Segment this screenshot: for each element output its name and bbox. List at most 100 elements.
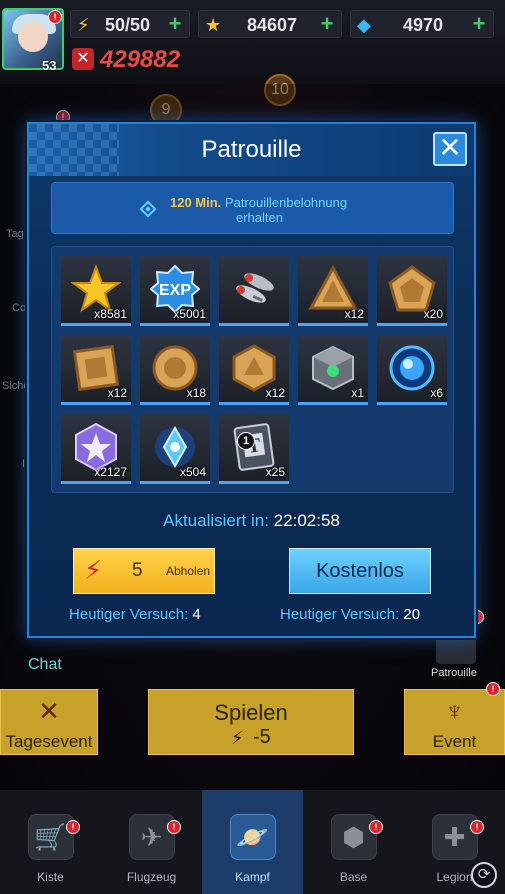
nav-tab-kiste[interactable]: 🛒 ! Kiste — [0, 790, 101, 894]
play-label: Spielen — [214, 700, 288, 725]
patrol-info-line2: erhalten — [236, 210, 283, 225]
event-button[interactable]: ♆ Event — [404, 689, 505, 755]
daily-event-label: Tagesevent — [5, 732, 93, 751]
dialog-header: Patrouille ✕ — [29, 124, 474, 176]
bottom-navigation: 🛒 ! Kiste ✈ ! Flugzeug 🪐 Kampf ⬢ ! Base … — [0, 790, 505, 894]
event-label: Event — [432, 732, 477, 751]
nav-notification-dot: ! — [167, 820, 181, 834]
reward-badge: 1 — [237, 432, 255, 450]
player-level: 53 — [42, 58, 57, 73]
avatar-notification-dot: ! — [48, 10, 62, 24]
reward-quantity: x25 — [265, 465, 285, 479]
star-icon: ★ — [205, 15, 222, 35]
close-button[interactable]: ✕ — [433, 132, 467, 166]
energy-counter: ⚡ 50/50 + — [70, 10, 190, 38]
chat-button[interactable]: Chat — [28, 656, 62, 674]
patrol-duration: 120 Min. — [170, 195, 222, 210]
reward-slot[interactable]: x8581 — [61, 256, 131, 326]
patrol-info-line1: 120 Min. Patrouillenbelohnung — [170, 195, 347, 210]
patrol-label: Patrouille — [431, 667, 477, 679]
reward-slot[interactable]: EXP x5001 — [140, 256, 210, 326]
avatar-face — [18, 22, 48, 52]
legion-icon: ✚ — [431, 814, 478, 860]
reward-quantity: x6 — [430, 386, 443, 400]
stars-counter: ★ 84607 + — [198, 10, 342, 38]
reward-slot[interactable]: x12 — [219, 335, 289, 405]
nav-label: Flugzeug — [126, 870, 177, 884]
reward-quantity: x2127 — [94, 465, 127, 479]
reward-quantity: x12 — [344, 307, 364, 321]
play-cost: -5 — [253, 726, 271, 748]
gems-counter: ◆ 4970 + — [350, 10, 494, 38]
add-stars-button[interactable]: + — [317, 13, 337, 35]
attempts-label: Heutiger Versuch: — [280, 606, 400, 623]
diamond-icon: ◆ — [357, 15, 371, 35]
lightning-icon: ⚡ — [231, 728, 244, 748]
nav-tab-base[interactable]: ⬢ ! Base — [303, 790, 404, 894]
nav-label: Kiste — [37, 870, 64, 884]
crossed-swords-icon: ✕ — [38, 696, 60, 726]
nav-notification-dot: ! — [470, 820, 484, 834]
collect-cost: 5 — [132, 560, 143, 581]
reward-slot[interactable]: x1 — [298, 335, 368, 405]
free-collect-button[interactable]: Kostenlos — [289, 548, 431, 594]
nav-notification-dot: ! — [66, 820, 80, 834]
patrol-icon[interactable] — [436, 636, 476, 664]
attempts-value: 20 — [403, 606, 421, 623]
combat-power-value: 429882 — [100, 46, 181, 73]
reward-slot[interactable]: T x25 — [219, 414, 289, 484]
reward-quantity: x8581 — [94, 307, 127, 321]
nav-notification-dot: ! — [369, 820, 383, 834]
reward-quantity: x12 — [265, 386, 285, 400]
nav-tab-kampf[interactable]: 🪐 Kampf — [202, 790, 303, 894]
attempts-value: 4 — [192, 606, 201, 623]
energy-value: 50/50 — [105, 15, 151, 35]
add-gems-button[interactable]: + — [469, 13, 489, 35]
nav-label: Kampf — [235, 870, 270, 884]
nav-tab-flugzeug[interactable]: ✈ ! Flugzeug — [101, 790, 202, 894]
lightning-icon: ⚡ — [77, 15, 90, 35]
collect-label: Abholen — [166, 564, 211, 578]
reward-quantity: x20 — [423, 307, 443, 321]
reward-slot[interactable]: x6 — [377, 335, 447, 405]
base-icon: ⬢ — [330, 814, 377, 860]
reward-grid: x8581 EXP x5001 x12 x20 x12 x18 x12 x1 x… — [51, 246, 454, 493]
refresh-timer-label: Aktualisiert in: — [163, 511, 269, 530]
reward-quantity: x1 — [351, 386, 364, 400]
wings-emblem-icon: ♆ — [444, 696, 465, 726]
top-bar: 53 ! ⚡ 50/50 + ★ 84607 + ◆ 4970 + ✕ 4298… — [0, 0, 505, 84]
reward-slot[interactable]: x2127 — [61, 414, 131, 484]
add-energy-button[interactable]: + — [165, 13, 185, 35]
attempts-right: Heutiger Versuch: 20 — [280, 606, 420, 623]
play-button[interactable]: Spielen ⚡ -5 — [148, 689, 354, 755]
event-notification-dot: ! — [486, 682, 500, 696]
refresh-icon[interactable]: ⟳ — [471, 862, 497, 888]
attempts-left: Heutiger Versuch: 4 — [69, 606, 201, 623]
patrol-reward-text: Patrouillenbelohnung — [224, 195, 348, 210]
gems-value: 4970 — [403, 15, 444, 35]
daily-event-button[interactable]: ✕ Tagesevent — [0, 689, 98, 755]
reward-slot[interactable]: x18 — [140, 335, 210, 405]
reward-slot[interactable]: x20 — [377, 256, 447, 326]
reward-quantity: x504 — [179, 465, 206, 479]
dialog-title: Patrouille — [201, 136, 302, 163]
attempts-label: Heutiger Versuch: — [69, 606, 189, 623]
reward-slot[interactable]: x504 — [140, 414, 210, 484]
svg-text:EXP: EXP — [159, 282, 191, 299]
refresh-timer: Aktualisiert in: 22:02:58 — [29, 511, 474, 531]
lightning-icon: ⚡ — [84, 555, 103, 585]
patrol-info-bar: 120 Min. Patrouillenbelohnung erhalten — [51, 182, 454, 234]
reward-slot[interactable]: x12 — [298, 256, 368, 326]
patrol-dialog: Patrouille ✕ 120 Min. Patrouillenbelohnu… — [27, 122, 476, 638]
reward-slot[interactable]: x12 — [61, 335, 131, 405]
nav-label: Base — [339, 870, 368, 884]
refresh-timer-value: 22:02:58 — [273, 511, 340, 530]
aircraft-reward-icon — [236, 273, 274, 303]
reward-quantity: x18 — [186, 386, 206, 400]
reward-quantity: x5001 — [173, 307, 206, 321]
stars-value: 84607 — [247, 15, 298, 35]
plane-icon: ✈ — [128, 814, 175, 860]
reward-slot[interactable] — [219, 256, 289, 326]
reward-quantity: x12 — [107, 386, 127, 400]
collect-button[interactable]: ⚡ 5 Abholen — [73, 548, 215, 594]
